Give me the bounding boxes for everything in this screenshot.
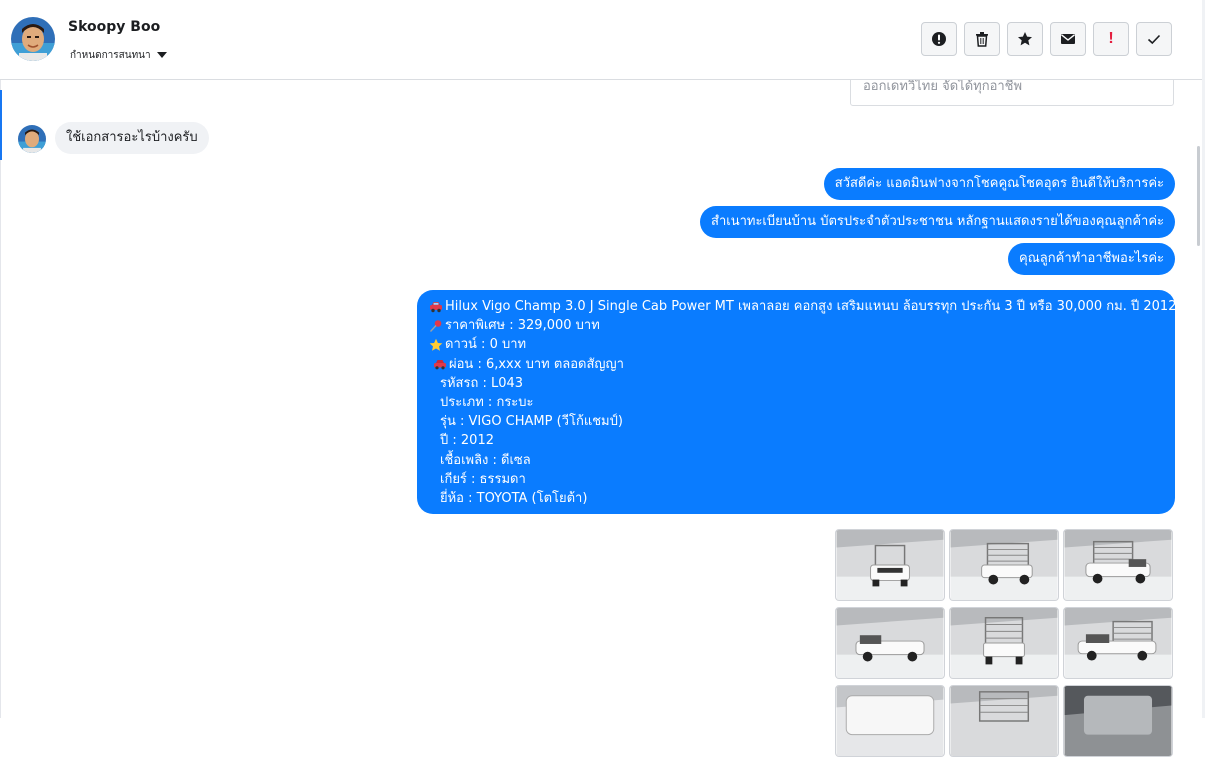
outgoing-message-bubble[interactable]: สำเนาทะเบียนบ้าน บัตรประจำตัวประชาชน หลั… — [700, 206, 1175, 238]
star-emoji-icon — [429, 338, 443, 351]
priority-button[interactable]: ! — [1093, 22, 1129, 56]
assign-conversation-label: กำหนดการสนทนา — [70, 49, 151, 61]
mark-done-button[interactable] — [1136, 22, 1172, 56]
exclamation-icon: ! — [1108, 30, 1114, 47]
listing-installment: ผ่อน : 6,xxx บาท ตลอดสัญญา — [449, 356, 624, 372]
conversation-header: Skoopy Boo กำหนดการสนทนา ! — [0, 0, 1202, 80]
spam-alert-button[interactable] — [921, 22, 957, 56]
listing-fuel: เชื้อเพลิง : ดีเซล — [440, 452, 531, 468]
truck-photo-rear[interactable] — [949, 607, 1059, 679]
outgoing-message-bubble[interactable]: คุณลูกค้าทำอาชีพอะไรค่ะ — [1008, 243, 1175, 275]
assign-conversation-dropdown[interactable]: กำหนดการสนทนา — [70, 46, 167, 64]
listing-title: Hilux Vigo Champ 3.0 J Single Cab Power … — [445, 299, 1177, 314]
listing-line: ผ่อน : 6,xxx บาท ตลอดสัญญา — [429, 355, 1164, 374]
truck-photo-front-right[interactable] — [1063, 529, 1173, 601]
delete-button[interactable] — [964, 22, 1000, 56]
listing-line: รุ่น : VIGO CHAMP (วีโก้แชมป์) — [429, 412, 1164, 431]
listing-line: เชื้อเพลิง : ดีเซล — [429, 451, 1164, 470]
listing-line: ดาวน์ : 0 บาท — [429, 335, 1164, 354]
contact-name[interactable]: Skoopy Boo — [68, 19, 160, 35]
star-icon — [1018, 32, 1032, 46]
active-message-marker — [0, 90, 2, 160]
listing-code: รหัสรถ : L043 — [440, 375, 524, 391]
listing-model: รุ่น : VIGO CHAMP (วีโก้แชมป์) — [440, 414, 623, 430]
trash-icon — [976, 32, 988, 47]
listing-line: รหัสรถ : L043 — [429, 374, 1164, 393]
listing-line: ยี่ห้อ : TOYOTA (โตโยต้า) — [429, 489, 1164, 508]
listing-year: ปี : 2012 — [440, 433, 494, 449]
truck-photo-detail-1[interactable] — [835, 685, 945, 757]
listing-type: ประเภท : กระบะ — [440, 394, 534, 410]
truck-photo-detail-2[interactable] — [949, 685, 1059, 757]
truck-photo-rear-left[interactable] — [949, 529, 1059, 601]
check-icon — [1147, 34, 1161, 45]
alert-circle-icon — [932, 32, 946, 46]
caret-down-icon — [156, 52, 167, 58]
listing-brand: ยี่ห้อ : TOYOTA (โตโยต้า) — [440, 490, 588, 506]
truck-photo-front-left[interactable] — [835, 607, 945, 679]
listing-line: ประเภท : กระบะ — [429, 393, 1164, 412]
scrollbar-thumb[interactable] — [1197, 146, 1200, 246]
listing-line: ปี : 2012 — [429, 431, 1164, 450]
contact-avatar-small — [18, 125, 46, 153]
vehicle-listing-bubble[interactable]: Hilux Vigo Champ 3.0 J Single Cab Power … — [417, 290, 1176, 514]
truck-photo-side[interactable] — [1063, 607, 1173, 679]
contact-avatar[interactable] — [11, 17, 55, 61]
listing-down-payment: ดาวน์ : 0 บาท — [445, 337, 527, 353]
star-button[interactable] — [1007, 22, 1043, 56]
truck-photo-front[interactable] — [835, 529, 945, 601]
outgoing-message-bubble[interactable]: สวัสดีค่ะ แอดมินฟางจากโชคคูณโชคอุดร ยินด… — [823, 168, 1175, 200]
car-icon — [434, 360, 446, 370]
conversation-toolbar: ! — [921, 22, 1172, 58]
incoming-message-bubble[interactable]: ใช้เอกสารอะไรบ้างครับ — [55, 122, 209, 154]
mark-unread-button[interactable] — [1050, 22, 1086, 56]
listing-line: ราคาพิเศษ : 329,000 บาท — [429, 316, 1164, 335]
truck-photo-detail-3[interactable] — [1063, 685, 1173, 757]
listing-gear: เกียร์ : ธรรมดา — [440, 471, 526, 487]
car-icon — [430, 301, 442, 312]
listing-line: Hilux Vigo Champ 3.0 J Single Cab Power … — [429, 297, 1176, 316]
envelope-icon — [1061, 34, 1075, 44]
listing-line: เกียร์ : ธรรมดา — [429, 470, 1164, 489]
listing-price: ราคาพิเศษ : 329,000 บาท — [445, 318, 600, 334]
pin-icon — [429, 319, 442, 332]
